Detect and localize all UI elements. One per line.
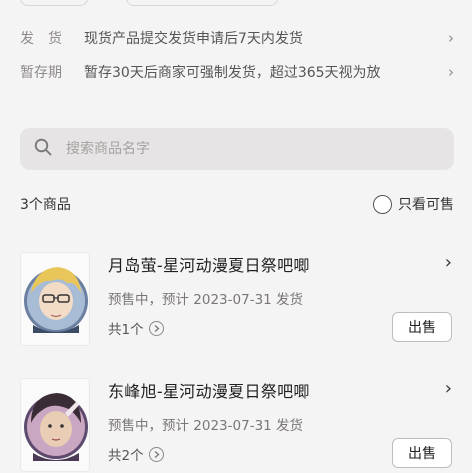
presale-status: 预售中，预计 2023-07-31 发货 [108, 418, 304, 434]
shipping-value: 现货产品提交发货申请后7天内发货 [84, 31, 303, 47]
radio-unchecked-icon[interactable] [373, 194, 392, 214]
top-tab-right[interactable] [126, 0, 278, 6]
storage-label: 暂存期 [20, 65, 62, 81]
chevron-right-icon: › [448, 63, 454, 81]
top-tab-left[interactable] [20, 0, 88, 6]
only-available-label: 只看可售 [398, 197, 454, 213]
quantity-label: 共2个 [108, 448, 144, 464]
storage-info-row[interactable]: 暂存期 暂存30天后商家可强制发货，超过365天视为放 › [20, 60, 454, 84]
chevron-right-icon: › [448, 29, 454, 47]
search-input[interactable] [66, 141, 406, 157]
product-count: 3个商品 [20, 197, 71, 213]
storage-value: 暂存30天后商家可强制发货，超过365天视为放 [84, 65, 381, 81]
search-icon [34, 138, 52, 160]
sell-button[interactable]: 出售 [392, 438, 452, 468]
quantity-info: 共2个 [108, 444, 164, 464]
chevron-right-icon[interactable]: › [445, 378, 452, 399]
info-arrow-icon[interactable] [148, 446, 164, 462]
product-thumbnail[interactable] [20, 252, 90, 346]
only-available-filter[interactable]: 只看可售 [373, 194, 454, 214]
product-item[interactable]: 月岛萤-星河动漫夏日祭吧唧 › 预售中，预计 2023-07-31 发货 共1个… [20, 252, 454, 356]
product-title: 月岛萤-星河动漫夏日祭吧唧 [108, 256, 310, 275]
sell-button[interactable]: 出售 [392, 312, 452, 342]
shipping-info-row[interactable]: 发 货 现货产品提交发货申请后7天内发货 › [20, 26, 454, 50]
chevron-right-icon[interactable]: › [445, 252, 452, 273]
search-bar[interactable] [20, 128, 454, 170]
shipping-label: 发 货 [20, 31, 62, 47]
quantity-info: 共1个 [108, 318, 164, 338]
product-item[interactable]: 东峰旭-星河动漫夏日祭吧唧 › 预售中，预计 2023-07-31 发货 共2个… [20, 378, 454, 473]
presale-status: 预售中，预计 2023-07-31 发货 [108, 292, 304, 308]
product-thumbnail[interactable] [20, 378, 90, 472]
quantity-label: 共1个 [108, 322, 144, 338]
list-header: 3个商品 只看可售 [20, 192, 454, 216]
info-arrow-icon[interactable] [148, 320, 164, 336]
product-title: 东峰旭-星河动漫夏日祭吧唧 [108, 382, 310, 401]
